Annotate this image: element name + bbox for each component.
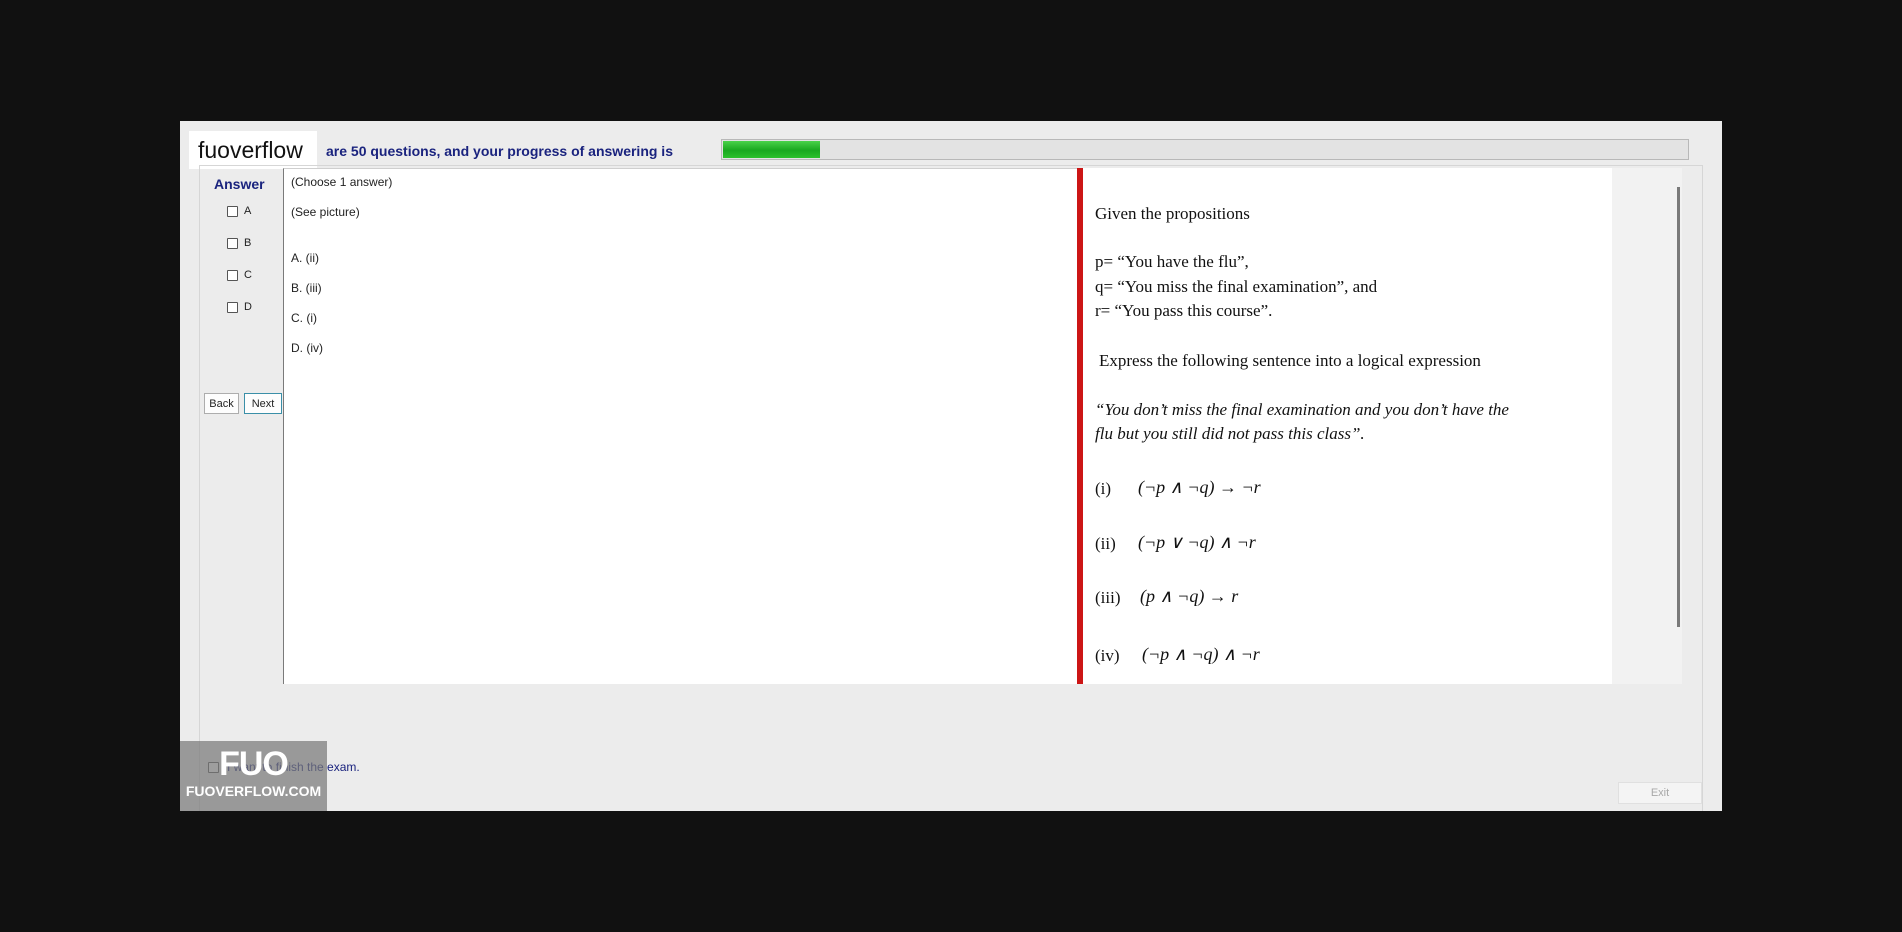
proposition-q: q= “You miss the final examination”, and [1095, 277, 1378, 296]
option-d[interactable]: D [227, 301, 252, 313]
exam-window: fuoverflow are 50 questions, and your pr… [180, 121, 1722, 811]
option-d-checkbox[interactable] [227, 301, 238, 313]
progress-label: are 50 questions, and your progress of a… [326, 143, 673, 159]
choice-a: A. (ii) [291, 251, 319, 265]
quote-line-1: “You don’t miss the final examination an… [1095, 400, 1509, 419]
option-b[interactable]: B [227, 237, 251, 249]
option-a-checkbox[interactable] [227, 205, 238, 217]
progress-fill [723, 141, 820, 158]
brand-label: fuoverflow [189, 131, 317, 169]
picture-panel: Given the propositions p= “You have the … [1083, 168, 1612, 684]
next-button[interactable]: Next [244, 393, 282, 414]
picture-scrollbar[interactable] [1677, 187, 1680, 627]
proposition-r: r= “You pass this course”. [1095, 301, 1273, 320]
item-iii-label: (iii) [1095, 588, 1121, 607]
choice-d: D. (iv) [291, 341, 323, 355]
question-panel: (Choose 1 answer) (See picture) A. (ii) … [283, 168, 1077, 684]
logo-mark: FUO [219, 745, 289, 783]
back-button[interactable]: Back [204, 393, 239, 414]
logo-text: FUOVERFLOW.COM [185, 783, 322, 799]
question-note: (See picture) [291, 205, 360, 219]
proposition-p: p= “You have the flu”, [1095, 252, 1249, 271]
choice-c: C. (i) [291, 311, 317, 325]
option-b-checkbox[interactable] [227, 237, 238, 249]
item-iv-label: (iv) [1095, 646, 1120, 665]
item-iv-expr: (¬p ∧ ¬q) ∧ ¬r [1142, 644, 1260, 664]
option-c[interactable]: C [227, 269, 252, 281]
option-a-label: A [244, 205, 252, 217]
option-a[interactable]: A [227, 205, 251, 217]
option-d-label: D [244, 301, 252, 313]
choice-b: B. (iii) [291, 281, 322, 295]
quote-line-2: flu but you still did not pass this clas… [1095, 424, 1365, 443]
option-b-label: B [244, 237, 252, 249]
item-ii-expr: (¬p ∨ ¬q) ∧ ¬r [1138, 532, 1256, 552]
progress-bar [721, 139, 1689, 160]
item-i-expr: (¬p ∧ ¬q) → ¬r [1138, 477, 1261, 497]
item-ii-label: (ii) [1095, 534, 1116, 553]
question-instruction: (Choose 1 answer) [291, 175, 393, 189]
item-i-label: (i) [1095, 479, 1112, 498]
picture-intro: Given the propositions [1095, 204, 1250, 223]
watermark-logo: FUO FUOVERFLOW.COM [180, 741, 327, 811]
exit-button[interactable]: Exit [1618, 782, 1702, 804]
answer-heading: Answer [214, 176, 265, 192]
option-c-label: C [244, 269, 252, 281]
item-iii-expr: (p ∧ ¬q) → r [1140, 586, 1239, 606]
picture-task: Express the following sentence into a lo… [1099, 351, 1481, 370]
option-c-checkbox[interactable] [227, 269, 238, 281]
picture-scroll-area [1612, 168, 1682, 684]
